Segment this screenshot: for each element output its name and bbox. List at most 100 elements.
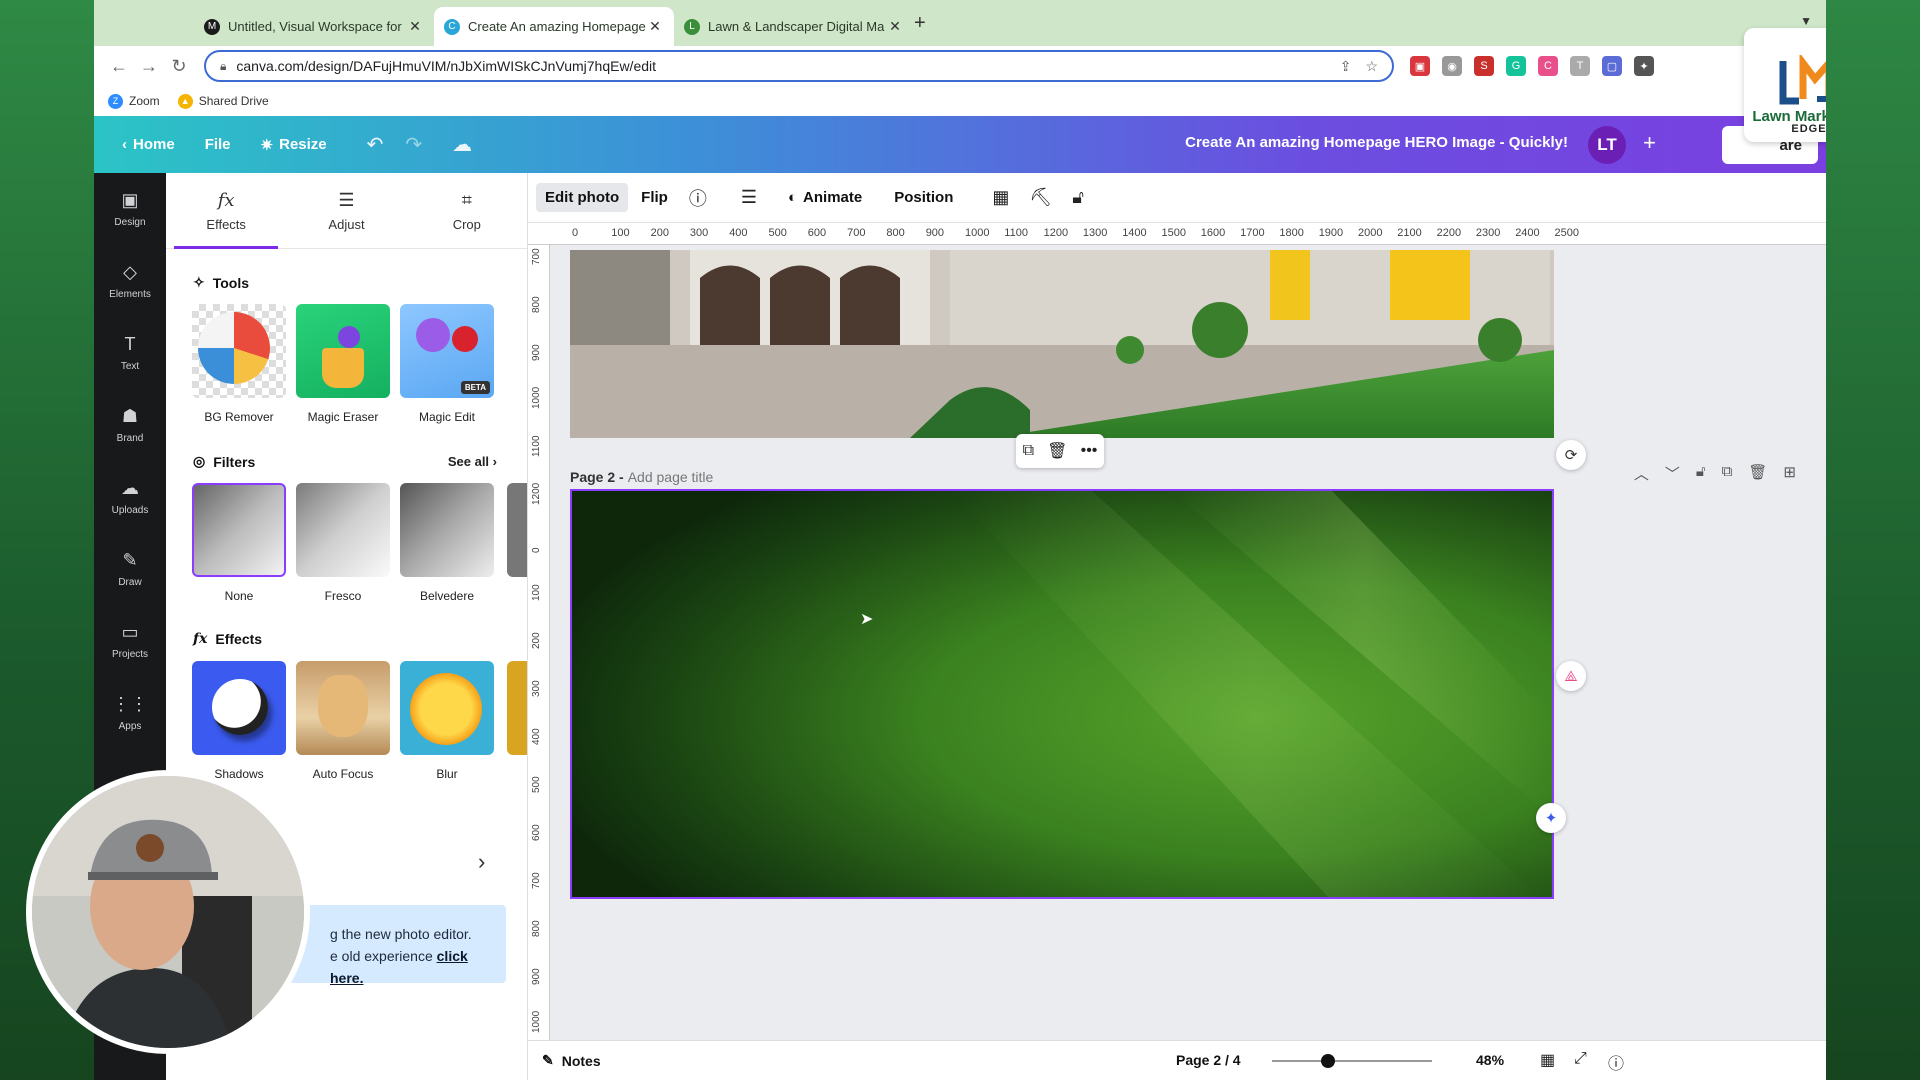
lock-icon[interactable]: 🔓︎ [1064,187,1092,208]
forward-icon[interactable]: → [134,56,164,77]
see-all-filters-link[interactable]: See all › [448,454,497,469]
undo-icon[interactable]: ↶ [367,132,384,157]
magic-sparkle-icon[interactable]: ✦ [1536,803,1566,833]
move-down-icon[interactable]: ﹀ [1665,463,1680,484]
ruler-tick-label: 500 [531,776,542,793]
redo-icon[interactable]: ↷ [405,132,422,157]
zoom-slider-handle[interactable] [1321,1054,1335,1068]
page-2-canvas[interactable]: ➤ [570,489,1554,899]
tab-adjust[interactable]: ☰ Adjust [286,173,406,248]
sidebar-item-design[interactable]: ▣ Design [94,173,166,245]
page-title-input[interactable]: Add page title [628,469,714,485]
file-menu-button[interactable]: File [205,136,231,153]
extension-icon[interactable]: ▣ [1410,56,1430,76]
sidebar-item-text[interactable]: T Text [94,317,166,389]
extension-icon[interactable]: T [1570,56,1590,76]
ruler-tick-label: 1300 [1082,227,1108,239]
close-icon[interactable]: ✕ [406,18,424,35]
home-button[interactable]: ‹ Home [122,136,175,153]
tool-bg-remover[interactable]: BG Remover [192,304,286,424]
tab-label: Adjust [328,216,365,232]
tool-magic-edit[interactable]: BETA Magic Edit [400,304,494,424]
design-title[interactable]: Create An amazing Homepage HERO Image - … [1185,134,1568,151]
close-icon[interactable]: ✕ [886,18,904,35]
bookmark-shared-drive[interactable]: ▲ Shared Drive [177,93,269,109]
add-collaborator-icon[interactable]: + [1643,130,1656,156]
close-icon[interactable]: ✕ [646,18,664,35]
filter-fresco[interactable]: Fresco [296,483,390,603]
puzzle-icon[interactable]: ✦ [1634,56,1654,76]
new-tab-icon[interactable]: + [914,12,926,35]
border-style-icon[interactable]: ☰ [733,187,765,208]
filter-belvedere[interactable]: Belvedere [400,483,494,603]
lock-icon[interactable]: 🔓︎ [1696,463,1706,484]
address-bar[interactable]: 🔒︎ canva.com/design/DAFujHmuVIM/nJbXimWI… [204,50,1394,82]
sidebar-item-elements[interactable]: ◇ Elements [94,245,166,317]
help-icon[interactable]: ⓘ [1608,1050,1624,1074]
effect-shadows[interactable]: Shadows [192,661,286,781]
browser-tab-active[interactable]: C Create An amazing Homepage ✕ [434,7,674,46]
effects-heading: fx Effects [193,631,262,647]
more-icon[interactable]: ••• [1081,442,1098,460]
effect-auto-focus[interactable]: Auto Focus [296,661,390,781]
flip-button[interactable]: Flip [632,183,677,212]
sidebar-item-projects[interactable]: ▭ Projects [94,605,166,677]
avatar[interactable]: LT [1588,126,1626,164]
tab-crop[interactable]: ⌗ Crop [407,173,527,248]
duplicate-icon[interactable]: ⧉ [1722,463,1733,484]
draw-icon: ✎ [122,550,138,570]
move-up-icon[interactable]: ︿ [1634,463,1649,484]
resize-button[interactable]: ✷ Resize [261,136,327,154]
chevron-down-icon[interactable]: ▼ [1800,14,1812,28]
tab-title: Untitled, Visual Workspace for [228,19,402,34]
bookmark-zoom[interactable]: Z Zoom [108,93,160,109]
duplicate-icon[interactable]: ⧉ [1023,442,1034,460]
refresh-icon[interactable]: ⟳ [1556,440,1586,470]
zoom-slider[interactable] [1272,1060,1432,1062]
browser-tab[interactable]: L Lawn & Landscaper Digital Ma ✕ [674,7,914,46]
add-page-icon[interactable]: ⊞ [1783,463,1796,484]
bookmark-star-icon[interactable]: ☆ [1365,58,1378,75]
tab-effects[interactable]: fx Effects [166,173,286,249]
sidebar-item-uploads[interactable]: ☁ Uploads [94,461,166,533]
edit-photo-button[interactable]: Edit photo [536,183,629,212]
zoom-level[interactable]: 48% [1476,1052,1504,1068]
camera-extension-icon[interactable]: ◉ [1442,56,1462,76]
page-1-canvas[interactable] [570,250,1554,438]
back-icon[interactable]: ← [104,56,134,77]
extension-icon[interactable]: ▢ [1602,56,1622,76]
notes-button[interactable]: ✎ Notes [542,1052,601,1069]
page-counter[interactable]: Page 2 / 4 [1176,1052,1241,1068]
transparency-icon[interactable]: ▦ [984,187,1017,208]
extension-icon[interactable]: C [1538,56,1558,76]
grass-photo[interactable] [572,491,1554,899]
trash-icon[interactable]: 🗑︎ [1047,441,1067,461]
sidebar-item-apps[interactable]: ⋮⋮ Apps [94,677,166,749]
animate-button[interactable]: ◐ Animate [779,183,871,212]
extension-icon[interactable]: S [1474,56,1494,76]
position-button[interactable]: Position [885,183,962,212]
chevron-right-icon[interactable]: › [478,849,485,875]
info-icon[interactable]: ⓘ [681,185,715,211]
tool-magic-eraser[interactable]: Magic Eraser [296,304,390,424]
fullscreen-icon[interactable]: ⤢ [1574,1050,1587,1068]
paint-roller-icon[interactable]: ⛏ [1021,187,1060,208]
cloud-save-icon[interactable]: ☁ [452,132,472,157]
filter-next-peek[interactable] [507,483,527,577]
ruler-tick-label: 2400 [1515,227,1540,239]
effect-blur[interactable]: Blur [400,661,494,781]
sidebar-item-brand[interactable]: ☗ Brand [94,389,166,461]
trash-icon[interactable]: 🗑︎ [1748,463,1767,484]
filter-none[interactable]: None [192,483,286,603]
effect-next-peek[interactable] [507,661,527,755]
grammarly-icon[interactable]: G [1506,56,1526,76]
lemon-icon [410,673,482,745]
tool-label: BG Remover [204,410,274,424]
sidebar-item-draw[interactable]: ✎ Draw [94,533,166,605]
reload-icon[interactable]: ↻ [164,56,194,77]
assistant-icon[interactable]: ⟁ [1556,661,1586,691]
grid-view-icon[interactable]: ▦ [1540,1050,1555,1070]
filter-label: Belvedere [419,589,475,603]
browser-tab[interactable]: M Untitled, Visual Workspace for ✕ [194,7,434,46]
share-page-icon[interactable]: ⇪ [1340,58,1352,75]
